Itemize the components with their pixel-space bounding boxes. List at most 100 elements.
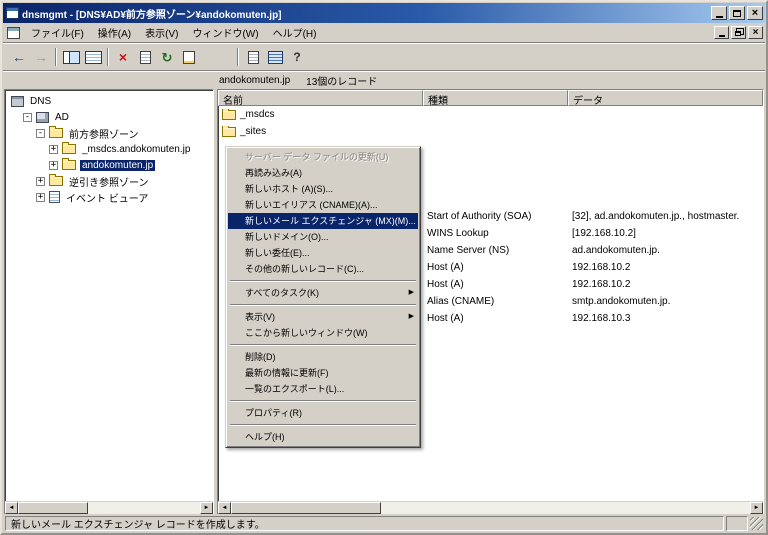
column-header-type[interactable]: 種類 bbox=[423, 90, 568, 106]
child-minimize-button[interactable] bbox=[714, 26, 729, 39]
console-child-icon bbox=[7, 27, 20, 39]
tree-item-event-viewer[interactable]: + イベント ビューア bbox=[8, 189, 211, 205]
menu-item-new-domain[interactable]: 新しいドメイン(O)... bbox=[228, 229, 418, 245]
forward-icon: → bbox=[34, 50, 48, 64]
menu-item-help[interactable]: ヘルプ(H) bbox=[228, 429, 418, 445]
menu-item-label: すべてのタスク(K) bbox=[245, 288, 319, 298]
menu-item-properties[interactable]: プロパティ(R) bbox=[228, 405, 418, 421]
tree-item-label: 逆引き参照ゾーン bbox=[67, 174, 151, 189]
scrollbar-thumb[interactable] bbox=[18, 502, 88, 514]
record-type-cell: Host (A) bbox=[423, 262, 568, 273]
table-row[interactable]: _msdcs bbox=[218, 106, 763, 123]
minimize-icon bbox=[716, 16, 723, 18]
menu-item-reload[interactable]: 再読み込み(A) bbox=[228, 165, 418, 181]
menu-item-view[interactable]: 表示(V)▶ bbox=[228, 309, 418, 325]
server-icon bbox=[36, 112, 49, 123]
delete-button[interactable]: × bbox=[112, 46, 134, 68]
record-data-cell: [32], ad.andokomuten.jp., hostmaster. bbox=[568, 211, 763, 222]
filter-icon bbox=[268, 51, 283, 64]
record-count-label: 13個のレコード bbox=[306, 73, 377, 88]
collapse-icon[interactable]: - bbox=[36, 129, 45, 138]
new-record-button[interactable] bbox=[242, 46, 264, 68]
table-row[interactable]: _sites bbox=[218, 123, 763, 140]
menu-separator bbox=[230, 304, 416, 306]
menu-item-delete[interactable]: 削除(D) bbox=[228, 349, 418, 365]
scrollbar-track[interactable] bbox=[381, 502, 750, 514]
tree-horizontal-scrollbar[interactable]: ◄ ► bbox=[5, 501, 213, 514]
menu-separator bbox=[230, 400, 416, 402]
tree-item-label: AD bbox=[53, 112, 71, 123]
menu-item-new-host[interactable]: 新しいホスト (A)(S)... bbox=[228, 181, 418, 197]
scroll-right-button[interactable]: ► bbox=[200, 502, 213, 514]
list-horizontal-scrollbar[interactable]: ◄ ► bbox=[218, 501, 763, 514]
close-button[interactable]: × bbox=[747, 6, 763, 20]
scroll-left-button[interactable]: ◄ bbox=[5, 502, 18, 514]
menu-item-new-delegation[interactable]: 新しい委任(E)... bbox=[228, 245, 418, 261]
back-icon: ← bbox=[12, 50, 26, 64]
expand-icon[interactable]: + bbox=[36, 177, 45, 186]
column-header-name[interactable]: 名前 bbox=[218, 90, 423, 106]
minimize-button[interactable] bbox=[711, 6, 727, 20]
menu-action[interactable]: 操作(A) bbox=[91, 23, 138, 42]
menu-view[interactable]: 表示(V) bbox=[138, 23, 185, 42]
back-button[interactable]: ← bbox=[8, 46, 30, 68]
menu-item-new-window-from-here[interactable]: ここから新しいウィンドウ(W) bbox=[228, 325, 418, 341]
collapse-icon[interactable]: - bbox=[23, 113, 32, 122]
scroll-right-icon: ► bbox=[754, 505, 760, 511]
tree-item-dns[interactable]: DNS bbox=[8, 93, 211, 109]
detail-view-button[interactable] bbox=[82, 46, 104, 68]
scroll-right-button[interactable]: ► bbox=[750, 502, 763, 514]
menu-item-other-new-records[interactable]: その他の新しいレコード(C)... bbox=[228, 261, 418, 277]
tree-item-label: 前方参照ゾーン bbox=[67, 126, 141, 141]
column-header-data[interactable]: データ bbox=[568, 90, 763, 106]
folder-icon bbox=[62, 160, 76, 170]
status-secondary-panel bbox=[726, 516, 748, 531]
forward-button[interactable]: → bbox=[30, 46, 52, 68]
tree-item-andokomuten-zone[interactable]: + andokomuten.jp bbox=[8, 157, 211, 173]
maximize-button[interactable] bbox=[729, 6, 745, 20]
resize-grip[interactable] bbox=[750, 517, 763, 530]
folder-icon bbox=[62, 144, 76, 154]
tree-item-forward-lookup-zones[interactable]: - 前方参照ゾーン bbox=[8, 125, 211, 141]
zone-context-menu: サーバー データ ファイルの更新(U) 再読み込み(A) 新しいホスト (A)(… bbox=[225, 146, 421, 448]
tree-item-ad[interactable]: - AD bbox=[8, 109, 211, 125]
tree: DNS - AD - 前方参照ゾーン + _msdcs.andokomuten.… bbox=[8, 93, 211, 500]
child-close-button[interactable]: × bbox=[748, 26, 763, 39]
record-type-cell: Name Server (NS) bbox=[423, 245, 568, 256]
menu-item-new-alias-cname[interactable]: 新しいエイリアス (CNAME)(A)... bbox=[228, 197, 418, 213]
menu-file[interactable]: ファイル(F) bbox=[24, 23, 91, 42]
menu-item-all-tasks[interactable]: すべてのタスク(K)▶ bbox=[228, 285, 418, 301]
help-button[interactable]: ? bbox=[286, 46, 308, 68]
folder-icon bbox=[222, 127, 236, 137]
expand-icon[interactable]: + bbox=[49, 161, 58, 170]
scrollbar-thumb[interactable] bbox=[231, 502, 381, 514]
scroll-left-icon: ◄ bbox=[9, 505, 15, 511]
export-list-button[interactable] bbox=[178, 46, 200, 68]
title-bar[interactable]: dnsmgmt - [DNS¥AD¥前方参照ゾーン¥andokomuten.jp… bbox=[3, 3, 765, 23]
expand-icon[interactable]: + bbox=[36, 193, 45, 202]
show-console-tree-button[interactable] bbox=[60, 46, 82, 68]
menu-item-export-list[interactable]: 一覧のエクスポート(L)... bbox=[228, 381, 418, 397]
tree-item-reverse-lookup-zones[interactable]: + 逆引き参照ゾーン bbox=[8, 173, 211, 189]
record-data-cell: smtp.andokomuten.jp. bbox=[568, 296, 763, 307]
menu-help[interactable]: ヘルプ(H) bbox=[266, 23, 324, 42]
menu-item-refresh[interactable]: 最新の情報に更新(F) bbox=[228, 365, 418, 381]
folder-icon bbox=[49, 128, 63, 138]
console-tree-icon bbox=[63, 51, 80, 64]
properties-button[interactable] bbox=[134, 46, 156, 68]
record-name: _sites bbox=[240, 126, 266, 137]
child-restore-button[interactable] bbox=[731, 26, 746, 39]
tree-item-msdcs-zone[interactable]: + _msdcs.andokomuten.jp bbox=[8, 141, 211, 157]
scroll-left-button[interactable]: ◄ bbox=[218, 502, 231, 514]
refresh-button[interactable]: ↻ bbox=[156, 46, 178, 68]
menu-separator bbox=[230, 424, 416, 426]
menu-window[interactable]: ウィンドウ(W) bbox=[185, 23, 265, 42]
folder-icon bbox=[49, 176, 63, 186]
filter-button[interactable] bbox=[264, 46, 286, 68]
selected-zone-label: andokomuten.jp bbox=[219, 75, 290, 86]
menu-item-new-mail-exchanger-mx[interactable]: 新しいメール エクスチェンジャ (MX)(M)... bbox=[228, 213, 418, 229]
event-log-icon bbox=[49, 191, 60, 203]
expand-icon[interactable]: + bbox=[49, 145, 58, 154]
maximize-icon bbox=[733, 10, 741, 17]
scrollbar-track[interactable] bbox=[88, 502, 200, 514]
